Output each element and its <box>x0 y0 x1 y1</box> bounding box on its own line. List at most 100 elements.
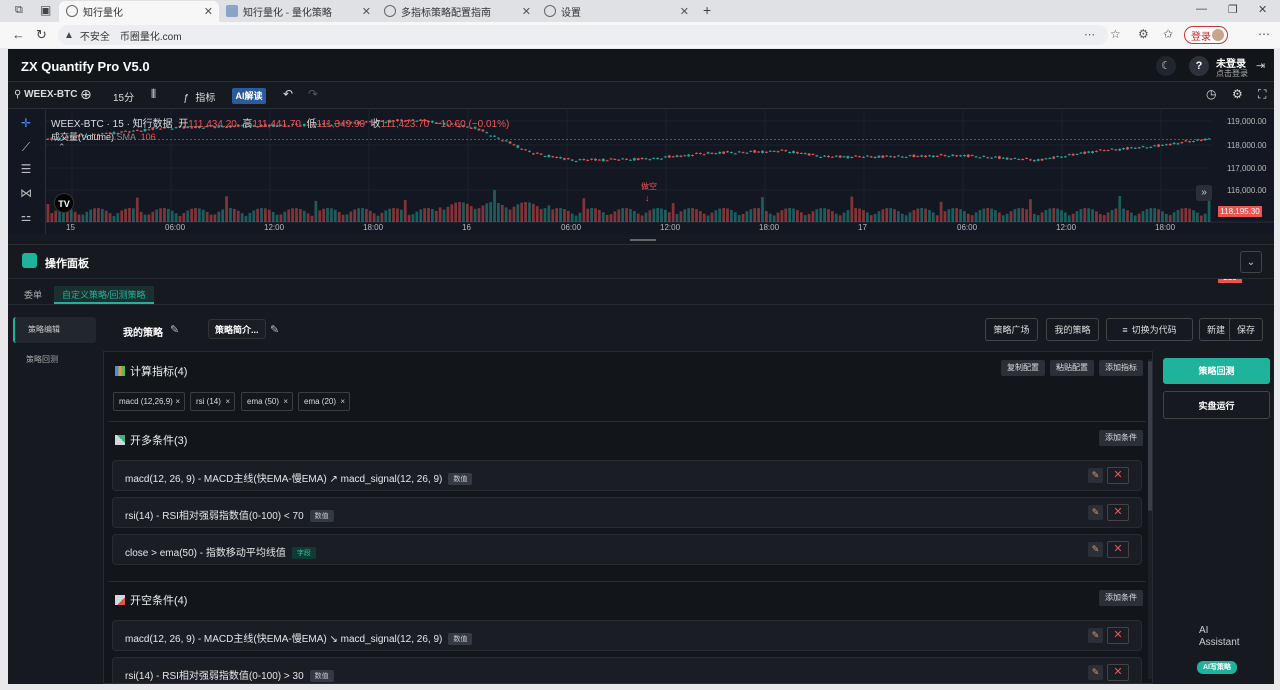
scroll-to-latest-button[interactable]: » <box>1196 185 1212 201</box>
crosshair-icon[interactable]: ✛ <box>17 116 35 130</box>
run-backtest-button[interactable]: 策略回测 <box>1163 358 1270 384</box>
trendline-icon[interactable]: ⟋ <box>17 140 35 154</box>
fullscreen-icon[interactable]: ⛶ <box>1258 87 1266 102</box>
nav-strategy-backtest[interactable]: 策略回测 <box>13 347 96 373</box>
more-icon[interactable]: ⋯ <box>1084 28 1095 41</box>
y-tick-label: 117,000.00 <box>1227 164 1267 173</box>
my-strategies-button[interactable]: 我的策略 <box>1046 318 1099 341</box>
help-icon[interactable]: ? <box>1189 56 1209 76</box>
logout-icon[interactable]: ⇥ <box>1256 59 1265 72</box>
remove-chip-icon[interactable]: × <box>225 393 230 410</box>
price-chart[interactable]: ✛ ⟋ ☰ ⋈ ⚍ 119,000.00 118,000.00 117,000.00… <box>8 110 1274 283</box>
close-tab-icon[interactable]: ✕ <box>680 5 689 18</box>
new-tab-icon[interactable]: + <box>703 2 711 18</box>
add-long-condition-button[interactable]: 添加条件 <box>1099 430 1143 446</box>
add-indicator-button[interactable]: 添加指标 <box>1099 360 1143 376</box>
close-tab-icon[interactable]: ✕ <box>362 5 371 18</box>
login-link[interactable]: 点击登录 <box>1216 68 1248 79</box>
candle-type-icon[interactable]: ⫴ <box>151 87 156 102</box>
ai-assistant-image[interactable]: AI Assistant <box>1199 625 1240 649</box>
browser-tab-2[interactable]: 多指标策略配置指南 ✕ <box>377 1 537 22</box>
candle-body <box>551 156 555 158</box>
workspaces-icon[interactable]: ⧉ <box>15 4 23 17</box>
condition-row[interactable]: rsi(14) - RSI相对强弱指数值(0-100) < 70 数值 ✎ ✕ <box>112 497 1142 528</box>
tab-orders[interactable]: 委单 <box>16 286 50 304</box>
tab-custom-strategy[interactable]: 自定义策略/回测策略 <box>54 286 154 304</box>
close-tab-icon[interactable]: ✕ <box>204 5 213 18</box>
save-button[interactable]: 保存 <box>1229 318 1263 341</box>
reload-icon[interactable]: ↻ <box>36 27 47 43</box>
indicator-chip[interactable]: macd (12,26,9) × <box>113 392 185 411</box>
tradingview-logo[interactable]: TV <box>54 193 74 213</box>
browser-tab-3[interactable]: 设置 ✕ <box>537 1 695 22</box>
condition-row[interactable]: rsi(14) - RSI相对强弱指数值(0-100) > 30 数值 ✎ ✕ <box>112 657 1142 683</box>
condition-row[interactable]: macd(12, 26, 9) - MACD主线(快EMA-慢EMA) ↘ ma… <box>112 620 1142 651</box>
edit-icon[interactable]: ✎ <box>1088 505 1103 520</box>
ai-write-strategy-button[interactable]: AI写策略 <box>1197 661 1237 674</box>
tab-actions-icon[interactable]: ▣ <box>40 3 51 17</box>
candle-body <box>1052 156 1056 159</box>
edit-icon[interactable]: ✎ <box>1088 542 1103 557</box>
delete-icon[interactable]: ✕ <box>1107 467 1129 484</box>
favorites-icon[interactable]: ✩ <box>1163 27 1173 41</box>
minimize-icon[interactable]: — <box>1196 3 1207 15</box>
editor-scroll-thumb[interactable] <box>1148 361 1152 511</box>
menu-icon[interactable]: ⋯ <box>1258 27 1270 41</box>
delete-icon[interactable]: ✕ <box>1107 627 1129 644</box>
edit-icon[interactable]: ✎ <box>1088 628 1103 643</box>
favorite-star-icon[interactable]: ☆ <box>1110 27 1121 41</box>
browser-login-button[interactable]: 登录 <box>1184 26 1228 44</box>
extensions-icon[interactable]: ⚙ <box>1138 27 1149 41</box>
volume-bar <box>465 203 469 222</box>
delete-icon[interactable]: ✕ <box>1107 664 1129 681</box>
new-button[interactable]: 新建 <box>1199 318 1233 341</box>
delete-icon[interactable]: ✕ <box>1107 541 1129 558</box>
indicators-button[interactable]: ƒ 指标 <box>183 89 215 104</box>
remove-chip-icon[interactable]: × <box>175 393 180 410</box>
edit-icon[interactable]: ✎ <box>1088 665 1103 680</box>
indicator-chip[interactable]: rsi (14) × <box>190 392 235 411</box>
copy-config-button[interactable]: 复制配置 <box>1001 360 1045 376</box>
panel-tabs: 委单 自定义策略/回测策略 <box>8 285 1274 305</box>
remove-chip-icon[interactable]: × <box>283 393 288 410</box>
collapse-legend-icon[interactable]: ⌃ <box>58 142 66 153</box>
ai-analysis-button[interactable]: AI解读 <box>232 88 266 104</box>
add-short-condition-button[interactable]: 添加条件 <box>1099 590 1143 606</box>
prediction-icon[interactable]: ⚍ <box>17 210 35 224</box>
edit-name-icon[interactable]: ✎ <box>170 323 179 336</box>
edit-icon[interactable]: ✎ <box>1088 468 1103 483</box>
remove-chip-icon[interactable]: × <box>340 393 345 410</box>
delete-icon[interactable]: ✕ <box>1107 504 1129 521</box>
url-field[interactable]: ▲ 不安全 币圈量化.com <box>58 25 1108 45</box>
nav-strategy-edit[interactable]: 策略编辑 <box>13 317 96 343</box>
fib-icon[interactable]: ☰ <box>17 162 35 176</box>
paste-config-button[interactable]: 粘贴配置 <box>1050 360 1094 376</box>
undo-icon[interactable]: ↶ <box>283 87 293 101</box>
volume-bar <box>365 208 368 222</box>
close-tab-icon[interactable]: ✕ <box>522 5 531 18</box>
compare-add-icon[interactable]: ⊕ <box>80 86 92 103</box>
settings-icon[interactable]: ⚙ <box>1232 87 1243 101</box>
maximize-icon[interactable]: ❐ <box>1228 3 1238 16</box>
switch-to-code-button[interactable]: ≡ 切换为代码 <box>1106 318 1193 341</box>
pattern-icon[interactable]: ⋈ <box>17 186 35 200</box>
theme-toggle-icon[interactable]: ☾ <box>1156 56 1176 76</box>
browser-tab-0[interactable]: 知行量化 ✕ <box>59 1 219 22</box>
indicator-chip[interactable]: ema (50) × <box>241 392 293 411</box>
edit-intro-icon[interactable]: ✎ <box>270 323 279 336</box>
indicator-chip[interactable]: ema (20) × <box>298 392 350 411</box>
browser-tab-1[interactable]: 知行量化 - 量化策略 ✕ <box>219 1 377 22</box>
redo-icon[interactable]: ↷ <box>308 87 318 101</box>
back-icon[interactable]: ← <box>12 27 25 42</box>
strategy-intro-field[interactable]: 策略简介... <box>208 319 266 339</box>
close-window-icon[interactable]: ✕ <box>1258 3 1267 16</box>
condition-row[interactable]: macd(12, 26, 9) - MACD主线(快EMA-慢EMA) ↗ ma… <box>112 460 1142 491</box>
chevron-down-icon[interactable]: ⌄ <box>1240 251 1262 273</box>
symbol-search[interactable]: ⚲ WEEX-BTC <box>14 89 77 100</box>
alert-icon[interactable]: ◷ <box>1206 87 1216 101</box>
resize-divider[interactable] <box>8 234 1274 245</box>
interval-selector[interactable]: 15分 <box>113 89 134 104</box>
condition-row[interactable]: close > ema(50) - 指数移动平均线值 字段 ✎ ✕ <box>112 534 1142 565</box>
strategy-plaza-button[interactable]: 策略广场 <box>985 318 1038 341</box>
live-run-button[interactable]: 实盘运行 <box>1163 391 1270 419</box>
